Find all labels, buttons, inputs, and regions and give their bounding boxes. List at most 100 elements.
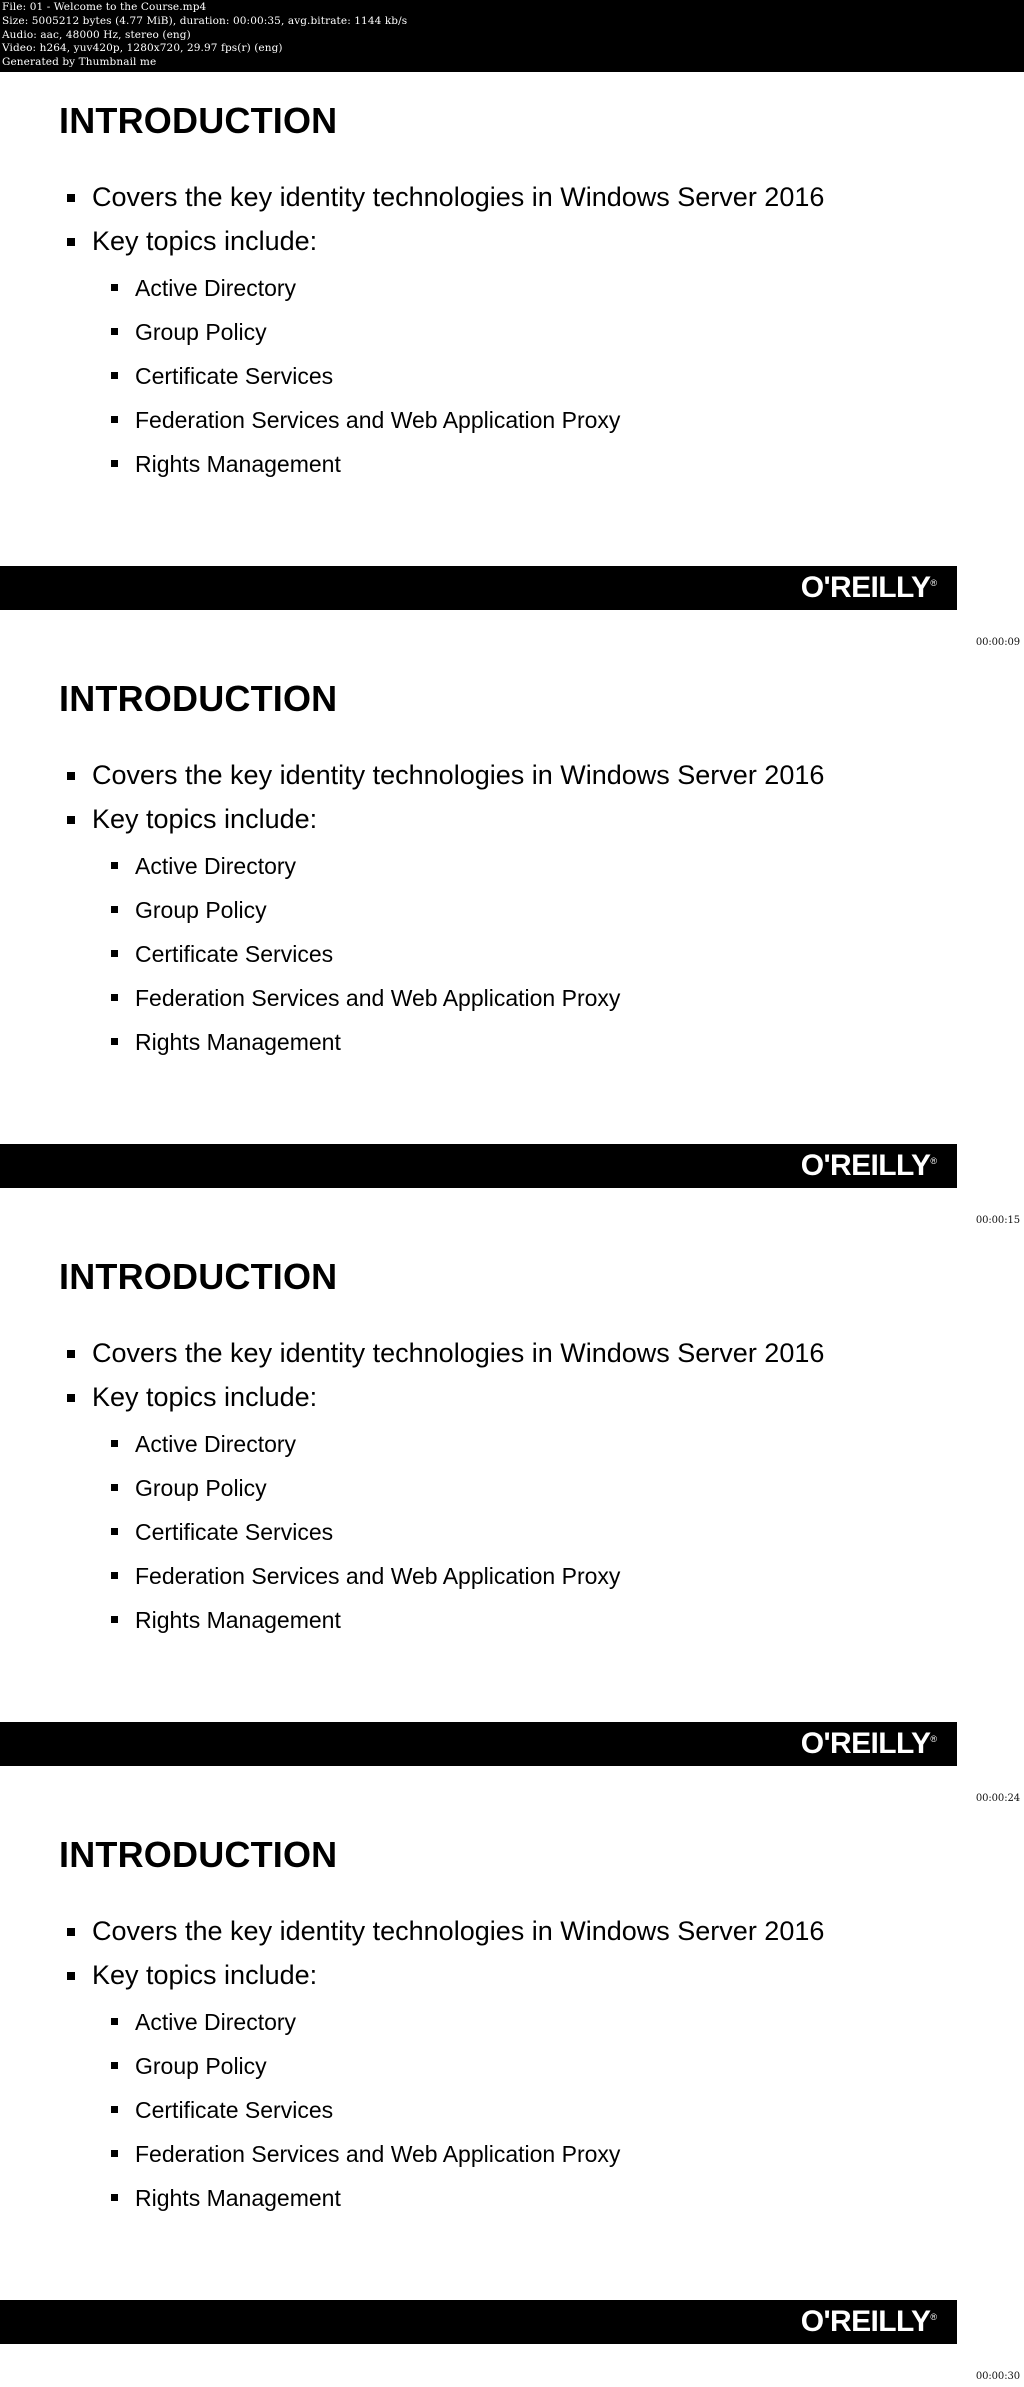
metadata-file-line: File: 01 - Welcome to the Course.mp4 — [2, 1, 207, 13]
sub-bullet-item: Certificate Services — [59, 1510, 939, 1554]
slide-frame[interactable]: INTRODUCTION Covers the key identity tec… — [0, 72, 957, 610]
slide-footer-bar: O'REILLY® — [0, 1722, 957, 1766]
square-bullet-icon — [111, 1440, 118, 1447]
oreilly-logo-text: O'REILLY — [800, 2305, 931, 2338]
registered-trademark-icon: ® — [930, 1734, 937, 1744]
sub-bullet-item: Active Directory — [59, 266, 939, 310]
square-bullet-icon — [111, 1616, 118, 1623]
bullet-item: Covers the key identity technologies in … — [59, 1911, 939, 1952]
slide-footer-bar: O'REILLY® — [0, 566, 957, 610]
square-bullet-icon — [111, 1038, 118, 1045]
thumbnail-cell[interactable]: INTRODUCTION Covers the key identity tec… — [0, 1806, 1024, 2384]
sub-bullet-text: Rights Management — [135, 2185, 341, 2211]
sub-bullet-text: Federation Services and Web Application … — [135, 985, 621, 1011]
sub-bullet-item: Group Policy — [59, 1466, 939, 1510]
sub-bullet-item: Active Directory — [59, 1422, 939, 1466]
thumbnail-timestamp: 00:00:30 — [975, 2371, 1020, 2382]
sub-bullet-item: Federation Services and Web Application … — [59, 398, 939, 442]
square-bullet-icon — [67, 1972, 75, 1980]
slide-frame[interactable]: INTRODUCTION Covers the key identity tec… — [0, 1228, 957, 1766]
sub-bullet-item: Federation Services and Web Application … — [59, 1554, 939, 1598]
thumbnail-cell[interactable]: INTRODUCTION Covers the key identity tec… — [0, 650, 1024, 1228]
slide-bullet-list: Covers the key identity technologies in … — [59, 1333, 939, 1642]
bullet-text: Key topics include: — [92, 226, 318, 256]
sub-bullet-item: Federation Services and Web Application … — [59, 2132, 939, 2176]
sub-bullet-item: Group Policy — [59, 2044, 939, 2088]
slide-title: INTRODUCTION — [59, 100, 338, 141]
sub-bullet-text: Active Directory — [135, 853, 297, 879]
bullet-text: Key topics include: — [92, 1960, 318, 1990]
sub-bullet-item: Certificate Services — [59, 2088, 939, 2132]
oreilly-logo: O'REILLY® — [801, 2305, 937, 2339]
square-bullet-icon — [111, 416, 118, 423]
bullet-item: Key topics include: — [59, 1955, 939, 1996]
sub-bullet-text: Group Policy — [135, 2053, 267, 2079]
oreilly-logo: O'REILLY® — [801, 1727, 937, 1761]
bullet-item: Key topics include: — [59, 221, 939, 262]
square-bullet-icon — [111, 1572, 118, 1579]
metadata-audio-line: Audio: aac, 48000 Hz, stereo (eng) — [2, 28, 191, 41]
sub-bullet-text: Rights Management — [135, 1029, 341, 1055]
sub-bullet-item: Rights Management — [59, 1020, 939, 1064]
slide-bullet-list: Covers the key identity technologies in … — [59, 755, 939, 1064]
square-bullet-icon — [67, 1394, 75, 1402]
thumbnail-cell[interactable]: INTRODUCTION Covers the key identity tec… — [0, 1228, 1024, 1806]
square-bullet-icon — [111, 284, 118, 291]
video-metadata-header: File: 01 - Welcome to the Course.mp4 Siz… — [0, 0, 1024, 72]
square-bullet-icon — [111, 2150, 118, 2157]
metadata-size-line: Size: 5005212 bytes (4.77 MiB), duration… — [2, 14, 408, 27]
bullet-item: Key topics include: — [59, 1377, 939, 1418]
slide-sub-bullet-list: Active Directory Group Policy Certificat… — [59, 266, 939, 486]
square-bullet-icon — [111, 2062, 118, 2069]
bullet-item: Covers the key identity technologies in … — [59, 177, 939, 218]
square-bullet-icon — [67, 816, 75, 824]
sub-bullet-text: Active Directory — [135, 275, 297, 301]
sub-bullet-item: Rights Management — [59, 1598, 939, 1642]
oreilly-logo: O'REILLY® — [801, 571, 937, 605]
bullet-item: Covers the key identity technologies in … — [59, 755, 939, 796]
sub-bullet-text: Group Policy — [135, 319, 267, 345]
sub-bullet-item: Rights Management — [59, 2176, 939, 2220]
registered-trademark-icon: ® — [930, 2312, 937, 2322]
slide-sub-bullet-list: Active Directory Group Policy Certificat… — [59, 844, 939, 1064]
square-bullet-icon — [111, 2194, 118, 2201]
square-bullet-icon — [111, 994, 118, 1001]
thumbnail-cell[interactable]: INTRODUCTION Covers the key identity tec… — [0, 72, 1024, 650]
sub-bullet-text: Rights Management — [135, 1607, 341, 1633]
slide-frame[interactable]: INTRODUCTION Covers the key identity tec… — [0, 1806, 957, 2344]
thumbnail-timestamp: 00:00:24 — [975, 1793, 1020, 1804]
bullet-text: Covers the key identity technologies in … — [92, 1916, 825, 1946]
square-bullet-icon — [111, 328, 118, 335]
sub-bullet-text: Certificate Services — [135, 363, 334, 389]
metadata-video-line: Video: h264, yuv420p, 1280x720, 29.97 fp… — [2, 42, 283, 55]
thumbnail-timestamp: 00:00:15 — [975, 1215, 1020, 1226]
slide-frame[interactable]: INTRODUCTION Covers the key identity tec… — [0, 650, 957, 1188]
oreilly-logo: O'REILLY® — [801, 1149, 937, 1183]
square-bullet-icon — [111, 950, 118, 957]
square-bullet-icon — [111, 1484, 118, 1491]
slide-footer-bar: O'REILLY® — [0, 1144, 957, 1188]
square-bullet-icon — [67, 1928, 75, 1936]
sub-bullet-item: Rights Management — [59, 442, 939, 486]
square-bullet-icon — [111, 906, 118, 913]
square-bullet-icon — [111, 862, 118, 869]
sub-bullet-text: Federation Services and Web Application … — [135, 2141, 621, 2167]
sub-bullet-item: Group Policy — [59, 888, 939, 932]
registered-trademark-icon: ® — [930, 1156, 937, 1166]
square-bullet-icon — [111, 1528, 118, 1535]
slide-title: INTRODUCTION — [59, 678, 338, 719]
oreilly-logo-text: O'REILLY — [800, 1149, 931, 1182]
oreilly-logo-text: O'REILLY — [800, 571, 931, 604]
slide-title: INTRODUCTION — [59, 1256, 338, 1297]
square-bullet-icon — [67, 238, 75, 246]
sub-bullet-text: Active Directory — [135, 2009, 297, 2035]
thumbnail-timestamp: 00:00:09 — [975, 637, 1020, 648]
bullet-text: Covers the key identity technologies in … — [92, 1338, 825, 1368]
sub-bullet-item: Certificate Services — [59, 932, 939, 976]
thumbnail-contact-sheet: INTRODUCTION Covers the key identity tec… — [0, 72, 1024, 2384]
sub-bullet-text: Active Directory — [135, 1431, 297, 1457]
sub-bullet-item: Active Directory — [59, 844, 939, 888]
bullet-text: Key topics include: — [92, 804, 318, 834]
sub-bullet-text: Federation Services and Web Application … — [135, 1563, 621, 1589]
slide-sub-bullet-list: Active Directory Group Policy Certificat… — [59, 2000, 939, 2220]
